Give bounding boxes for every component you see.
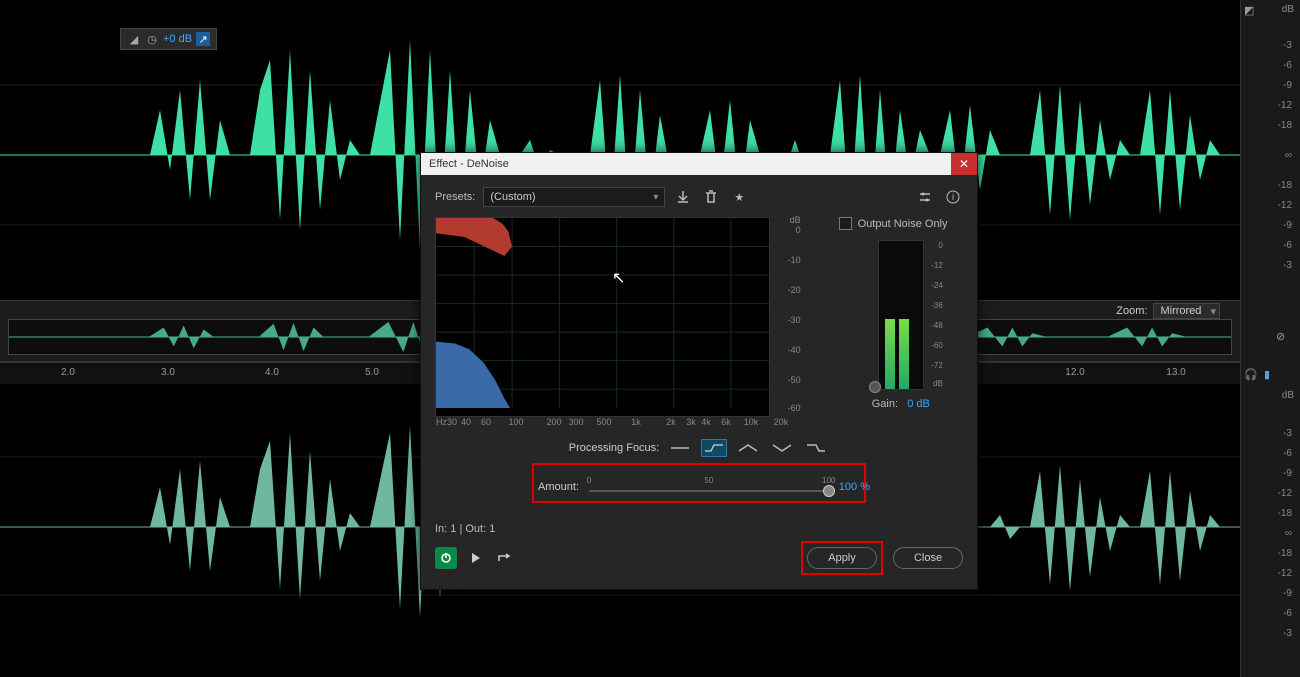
checkbox-icon[interactable] xyxy=(839,217,852,230)
close-button[interactable]: ✕ xyxy=(951,153,977,175)
graph-x-axis: Hz 30 40 60 100 200 300 500 1k 2k 3k 4k … xyxy=(436,417,786,431)
svg-text:i: i xyxy=(952,192,954,202)
time-tick: 2.0 xyxy=(61,367,75,378)
favorite-icon[interactable]: ★ xyxy=(729,187,749,207)
db-header: dB xyxy=(1282,4,1294,15)
link-channels-icon[interactable]: ⊘ xyxy=(1276,330,1290,344)
marker-icon[interactable]: ▮ xyxy=(1264,368,1278,382)
spectrum-graph[interactable]: Hz 30 40 60 100 200 300 500 1k 2k 3k 4k … xyxy=(435,217,770,417)
io-channels: In: 1 | Out: 1 xyxy=(435,523,495,535)
fx-icon[interactable]: ↗ xyxy=(196,32,210,46)
gain-slider-thumb[interactable] xyxy=(869,381,881,393)
loop-button[interactable] xyxy=(493,547,515,569)
zoom-label: Zoom: xyxy=(1116,305,1147,317)
info-icon[interactable]: i xyxy=(943,187,963,207)
chevron-down-icon: ▾ xyxy=(653,192,658,203)
headphone-icon[interactable]: 🎧 xyxy=(1244,368,1258,382)
time-tick: 4.0 xyxy=(265,367,279,378)
focus-peak-down-icon[interactable] xyxy=(769,439,795,457)
presets-label: Presets: xyxy=(435,191,475,203)
processing-focus-label: Processing Focus: xyxy=(569,442,659,454)
clip-gain-hud[interactable]: ◢ ◷ +0 dB ↗ xyxy=(120,28,217,50)
settings-icon[interactable] xyxy=(915,187,935,207)
amount-slider[interactable]: 0 50 100 xyxy=(589,476,829,498)
apply-highlight: Apply xyxy=(801,541,883,575)
clip-gain-value[interactable]: +0 dB xyxy=(163,33,192,45)
dialog-title: Effect - DeNoise xyxy=(429,158,951,170)
time-tick: 5.0 xyxy=(365,367,379,378)
gain-label: Gain: xyxy=(872,398,898,410)
power-button[interactable] xyxy=(435,547,457,569)
fade-icon: ◢ xyxy=(127,32,141,46)
zoom-select[interactable]: Mirrored xyxy=(1153,303,1220,319)
gain-value[interactable]: 0 dB xyxy=(907,398,930,410)
save-preset-icon[interactable] xyxy=(673,187,693,207)
output-noise-only-checkbox[interactable]: Output Noise Only xyxy=(839,217,963,230)
delete-preset-icon[interactable] xyxy=(701,187,721,207)
ruler-toggle-icon[interactable]: ◩ xyxy=(1244,4,1258,18)
focus-lowshelf-icon[interactable] xyxy=(701,439,727,457)
effect-dialog: Effect - DeNoise ✕ Presets: (Custom) ▾ ★… xyxy=(420,152,978,590)
presets-select[interactable]: (Custom) ▾ xyxy=(483,187,665,207)
play-button[interactable] xyxy=(465,547,487,569)
focus-peak-up-icon[interactable] xyxy=(735,439,761,457)
time-tick: 3.0 xyxy=(161,367,175,378)
close-dialog-button[interactable]: Close xyxy=(893,547,963,569)
time-tick: 13.0 xyxy=(1166,367,1185,378)
dialog-titlebar[interactable]: Effect - DeNoise ✕ xyxy=(421,153,977,175)
focus-full-icon[interactable] xyxy=(667,439,693,457)
apply-button[interactable]: Apply xyxy=(807,547,877,569)
amplitude-ruler-right: dB -3 -6 -9 -12 -18 ∞ -18 -12 -9 -6 -3 d… xyxy=(1240,0,1300,677)
amount-value[interactable]: 100 % xyxy=(839,481,870,493)
amount-slider-thumb[interactable] xyxy=(823,485,835,497)
graph-y-axis: dB 0 -10 -20 -30 -40 -50 -60 xyxy=(774,217,803,417)
amount-label: Amount: xyxy=(538,481,579,493)
focus-highshelf-icon[interactable] xyxy=(803,439,829,457)
level-meter: 0 -12 -24 -36 -48 -60 -72 dB xyxy=(878,240,924,390)
clock-icon: ◷ xyxy=(145,32,159,46)
time-tick: 12.0 xyxy=(1065,367,1084,378)
